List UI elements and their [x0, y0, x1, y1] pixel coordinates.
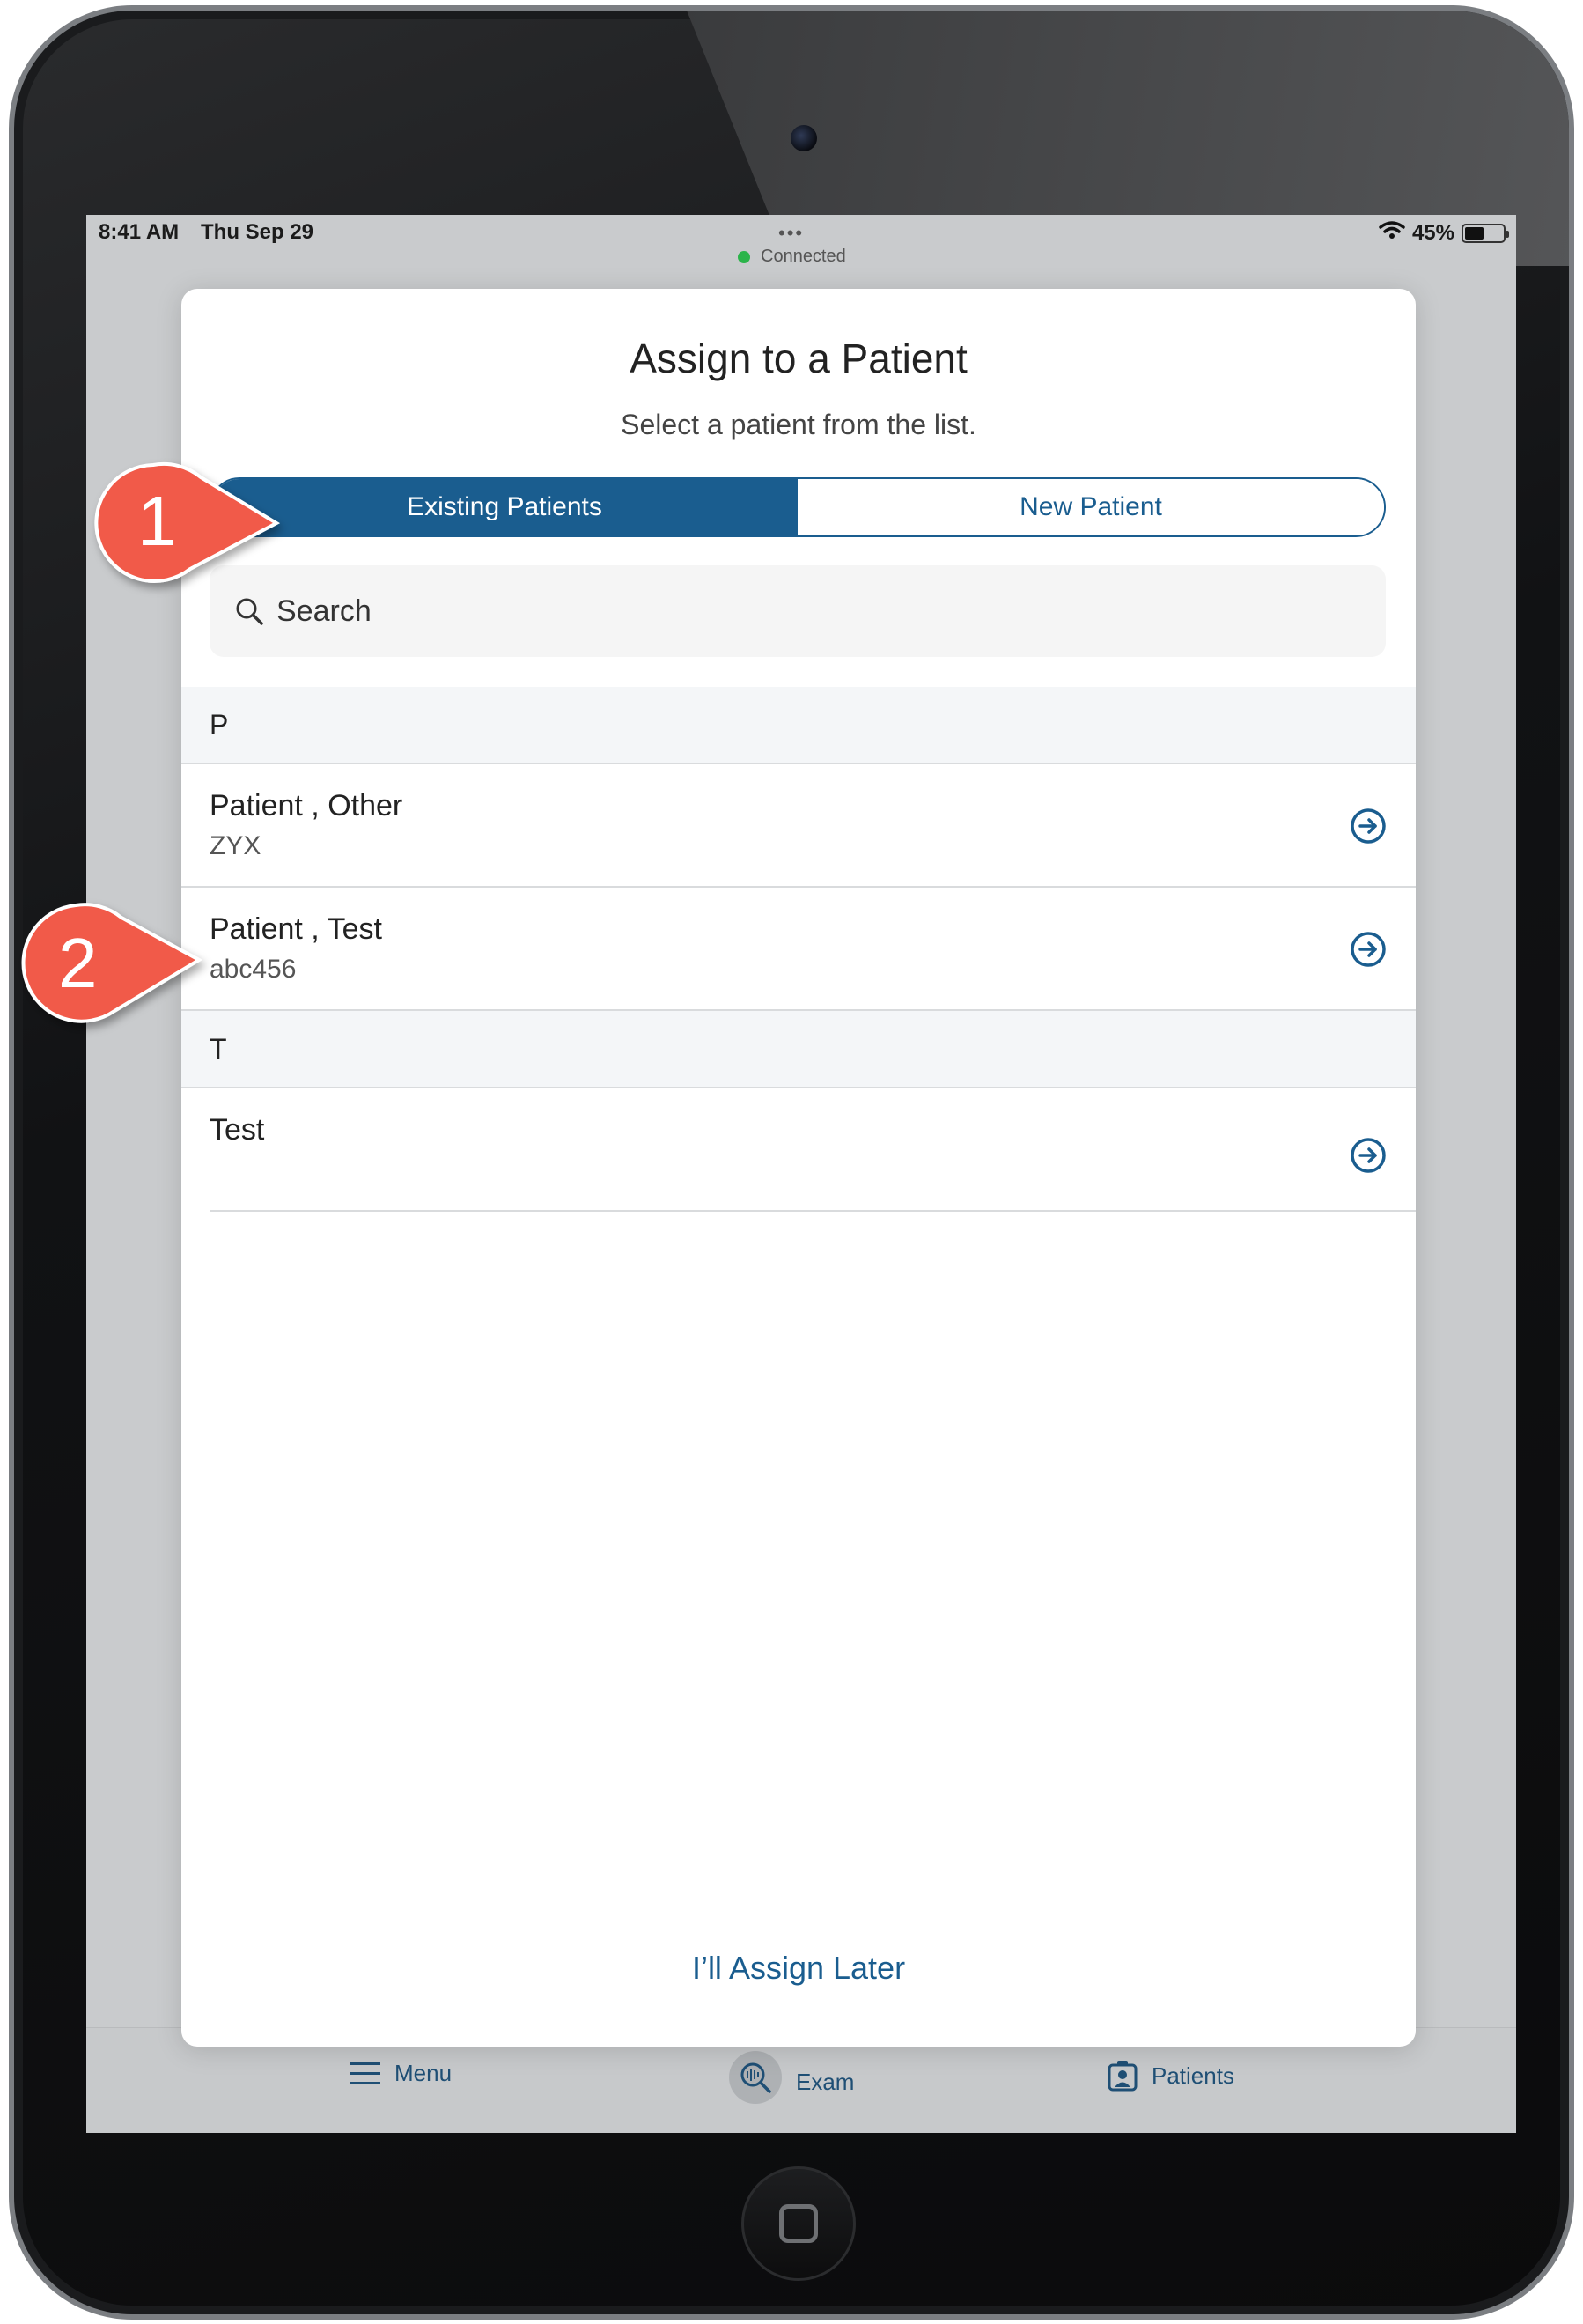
tab-exam[interactable]: Exam [729, 2051, 855, 2104]
tab-existing-patients[interactable]: Existing Patients [211, 479, 798, 535]
arrow-right-circle-icon[interactable] [1349, 930, 1388, 973]
home-button[interactable] [741, 2166, 856, 2281]
arrow-right-circle-icon[interactable] [1349, 1136, 1388, 1179]
patient-id: ZYX [210, 831, 261, 860]
tab-menu-label: Menu [394, 2060, 453, 2086]
status-time: 8:41 AM [99, 220, 180, 244]
battery-percent: 45% [1411, 220, 1454, 245]
status-right: 45% [1379, 220, 1509, 246]
status-date: Thu Sep 29 [201, 220, 314, 244]
patient-id: abc456 [210, 955, 297, 984]
home-button-icon [779, 2204, 818, 2243]
hamburger-icon [350, 2061, 380, 2087]
callout-1: 1 [92, 461, 285, 585]
status-bar: 8:41 AM Thu Sep 29 ••• Connected 45% [86, 215, 1516, 266]
assign-later-button[interactable]: I’ll Assign Later [181, 1950, 1416, 1987]
tab-patients-label: Patients [1152, 2062, 1234, 2089]
patient-row[interactable]: Patient , Test abc456 [181, 888, 1416, 1011]
exam-scan-icon [729, 2051, 782, 2104]
patient-name: Patient , Test [210, 912, 382, 946]
tab-exam-label: Exam [796, 2068, 855, 2095]
patient-row[interactable]: Test [181, 1088, 1416, 1212]
front-camera [791, 125, 817, 151]
search-icon [234, 596, 264, 626]
row-divider [210, 1210, 1416, 1212]
callout-2: 2 [14, 900, 208, 1032]
patient-list: P Patient , Other ZYX Patient , Test abc… [181, 687, 1416, 1212]
patient-type-segmented-control: Existing Patients New Patient [210, 477, 1386, 537]
patient-name: Patient , Other [210, 789, 403, 823]
patient-badge-icon [1108, 2060, 1138, 2092]
section-header-t: T [181, 1011, 1416, 1088]
callout-2-number: 2 [58, 924, 98, 1002]
connection-label: Connected [761, 247, 846, 266]
battery-icon [1462, 223, 1509, 243]
callout-1-number: 1 [137, 482, 177, 560]
modal-subtitle: Select a patient from the list. [621, 409, 976, 440]
search-bar[interactable] [210, 565, 1386, 657]
assign-patient-modal: Assign to a Patient Select a patient fro… [181, 289, 1416, 2047]
section-header-p: P [181, 687, 1416, 764]
modal-title: Assign to a Patient [630, 336, 968, 381]
search-input[interactable] [276, 594, 1333, 629]
tab-menu[interactable]: Menu [350, 2060, 452, 2087]
connected-dot-icon [738, 250, 750, 263]
tab-new-patient[interactable]: New Patient [798, 479, 1384, 535]
arrow-right-circle-icon[interactable] [1349, 807, 1388, 850]
patient-row[interactable]: Patient , Other ZYX [181, 764, 1416, 888]
connection-status: Connected [738, 247, 846, 267]
multitasking-dots-icon[interactable]: ••• [778, 222, 804, 245]
tab-patients[interactable]: Patients [1108, 2060, 1234, 2092]
wifi-icon [1379, 220, 1405, 246]
patient-name: Test [210, 1113, 265, 1147]
